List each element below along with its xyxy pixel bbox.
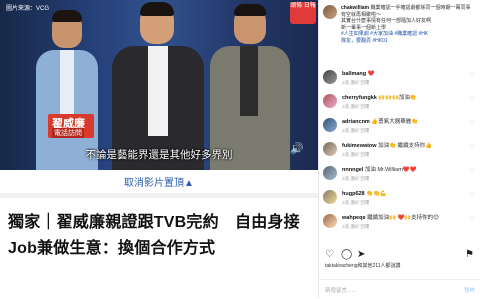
- person-center: [112, 2, 204, 170]
- name-tag-sub: 電話訪問: [52, 128, 84, 138]
- heart-icon[interactable]: ♡: [325, 249, 334, 260]
- post-button[interactable]: 發佈: [464, 286, 475, 294]
- list-item: fukimewatow 加油👏 繼續支持你👍 2週 讚好 回覆 ♡: [323, 142, 477, 166]
- comment-meta[interactable]: 2週 讚好 回覆: [342, 200, 370, 206]
- comment-meta[interactable]: 2週 讚好 回覆: [342, 128, 370, 134]
- speaker-icon[interactable]: 🔊: [290, 142, 308, 156]
- avatar[interactable]: [323, 142, 337, 156]
- comment-text: 👏👏💪: [366, 191, 387, 197]
- heart-icon[interactable]: ♡: [469, 168, 474, 175]
- heart-icon[interactable]: ♡: [469, 216, 474, 223]
- likes-summary[interactable]: taktakiracheng和其他211人都說讚: [325, 262, 401, 269]
- heart-icon[interactable]: ♡: [469, 192, 474, 199]
- heart-icon[interactable]: ♡: [469, 120, 474, 127]
- video-player[interactable]: 圖片來源：VCG 頭條 日報 翟威廉 電話訪問 不論是藝能界還是其他好多界別 🔊: [0, 0, 318, 170]
- comment-text: 加油👏 繼續支持你👍: [378, 143, 432, 149]
- instagram-panel: chakwilliam 職業確認一手確認劇都係同一個時期一萬同事有空就再相聚啦～…: [318, 0, 480, 298]
- list-item: ballmang ❤️ 2週 讚好 回覆 ♡: [323, 70, 477, 94]
- avatar[interactable]: [323, 94, 337, 108]
- post-username[interactable]: chakwilliam: [341, 5, 369, 11]
- heart-icon[interactable]: ♡: [469, 96, 474, 103]
- comment-user[interactable]: hugp628: [342, 191, 365, 197]
- avatar[interactable]: [323, 190, 337, 204]
- heart-icon[interactable]: ♡: [469, 72, 474, 79]
- comment-input[interactable]: 新增留言......: [325, 286, 356, 294]
- comment-text: 繼續加油🙌 ❤️🙌支持你的😊: [367, 215, 439, 221]
- add-comment-bar: 新增留言...... 發佈: [319, 279, 480, 299]
- share-icon[interactable]: ➤: [357, 249, 365, 260]
- comment-user[interactable]: wahpeqe: [342, 215, 366, 221]
- video-subtitle: 不論是藝能界還是其他好多界別: [85, 149, 233, 161]
- comment-text: 🙌🙌🙌加油👏: [378, 95, 417, 101]
- comment-user[interactable]: fukimewatow: [342, 143, 377, 149]
- comment-text: ❤️: [367, 71, 375, 77]
- heart-icon[interactable]: ♡: [469, 144, 474, 151]
- article-headline: 獨家｜翟威廉親證跟TVB完約 自由身接Job兼做生意：換個合作方式: [8, 214, 300, 257]
- comment-user[interactable]: cherryfungkk: [342, 95, 377, 101]
- comment-user[interactable]: adriancnm: [342, 119, 370, 125]
- avatar[interactable]: [323, 166, 337, 180]
- comment-user[interactable]: ballmang: [342, 71, 366, 77]
- post-caption: chakwilliam 職業確認一手確認劇都係同一個時期一萬同事有空就再相聚啦～…: [341, 5, 475, 44]
- news-logo: 頭條 日報: [290, 2, 316, 24]
- list-item: cherryfungkk 🙌🙌🙌加油👏 2週 讚好 回覆 ♡: [323, 94, 477, 118]
- comment-meta[interactable]: 2週 讚好 回覆: [342, 104, 370, 110]
- caption-text-2: 其實台什麼事情有任何一部隨加人好友啊: [341, 18, 432, 24]
- name-tag: 翟威廉 電話訪問: [48, 114, 94, 138]
- post-actions: ♡ ◯ ➤ ⚑: [325, 249, 475, 261]
- comment-icon[interactable]: ◯: [341, 249, 352, 260]
- avatar[interactable]: [323, 5, 337, 19]
- list-item: wahpeqe 繼續加油🙌 ❤️🙌支持你的😊 2週 讚好 回覆 ♡: [323, 214, 477, 238]
- comment-text: 加油 Mr.William❤️❤️: [364, 167, 417, 173]
- list-item: hugp628 👏👏💪 2週 讚好 回覆 ♡: [323, 190, 477, 214]
- avatar[interactable]: [323, 118, 337, 132]
- collapse-video-link[interactable]: 取消影片置頂▲: [0, 174, 318, 189]
- list-item: nnnngel 加油 Mr.William❤️❤️ 2週 讚好 回覆 ♡: [323, 166, 477, 190]
- article-panel: 圖片來源：VCG 頭條 日報 翟威廉 電話訪問 不論是藝能界還是其他好多界別 🔊…: [0, 0, 318, 298]
- list-item: adriancnm 👍勇氣大器華麗👏 2週 讚好 回覆 ♡: [323, 118, 477, 142]
- divider: [0, 193, 318, 198]
- avatar[interactable]: [323, 214, 337, 228]
- avatar[interactable]: [323, 70, 337, 84]
- comment-text: 👍勇氣大器華麗👏: [371, 119, 419, 125]
- caption-tags[interactable]: #人生如果劇 #大家加油 #職業確認 #HK: [341, 31, 428, 37]
- comment-meta[interactable]: 2週 讚好 回覆: [342, 176, 370, 182]
- caption-meta[interactable]: 隊友，要翻頁 #HK01: [341, 38, 388, 44]
- caption-text-3: 新一輩事一個新上學: [341, 24, 387, 31]
- photo-credit: 圖片來源：VCG: [6, 6, 50, 12]
- comment-meta[interactable]: 2週 讚好 回覆: [342, 80, 370, 86]
- person-right: [210, 4, 290, 170]
- bookmark-icon[interactable]: ⚑: [465, 249, 474, 260]
- comment-user[interactable]: nnnngel: [342, 167, 363, 173]
- comment-meta[interactable]: 2週 讚好 回覆: [342, 224, 370, 230]
- comment-meta[interactable]: 2週 讚好 回覆: [342, 152, 370, 158]
